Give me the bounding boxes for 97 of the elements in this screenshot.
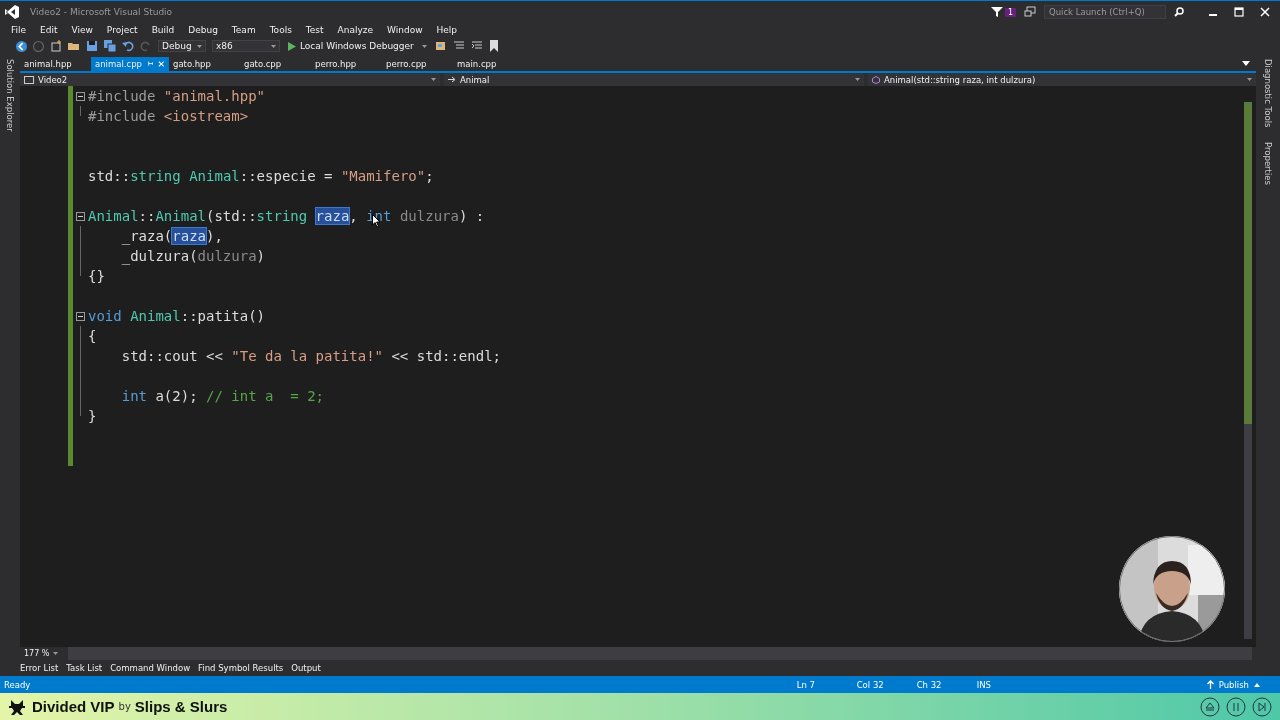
dropdown-icon[interactable] <box>1242 61 1250 67</box>
code-line: {} <box>88 268 105 284</box>
comment-lines-icon[interactable] <box>452 40 465 52</box>
insert-mode: INS <box>976 679 992 690</box>
code-line: int a(2); // int a = 2; <box>120 388 325 404</box>
menu-item[interactable]: Project <box>99 25 145 35</box>
code-line: #include <iostream> <box>88 108 249 124</box>
pin-icon[interactable] <box>147 60 154 68</box>
filter-icon[interactable] <box>990 6 1003 18</box>
bookmark-icon[interactable] <box>488 40 499 52</box>
play-icon <box>288 41 296 51</box>
caret-icon <box>431 78 436 81</box>
artist-name: Slips & Slurs <box>134 698 228 715</box>
menu-item[interactable]: View <box>64 25 100 35</box>
folder-icon[interactable] <box>68 40 80 52</box>
up-arrow-icon <box>1206 680 1214 689</box>
code-line: std::string Animal::especie = "Mamifero"; <box>88 168 434 184</box>
tool-window-tab[interactable]: Command Window <box>110 663 191 673</box>
code-line: std::cout << "Te da la patita!" << std::endl; <box>120 348 502 364</box>
fold-guide <box>80 106 81 116</box>
configuration-dropdown[interactable]: Debug <box>158 40 206 52</box>
music-logo-icon <box>8 697 26 716</box>
collapse-icon[interactable] <box>76 91 85 101</box>
tool-window-tab[interactable]: Find Symbol Results <box>198 663 284 673</box>
code-line: } <box>88 408 97 424</box>
caret-icon <box>1247 78 1252 81</box>
notification-badge[interactable]: 1 <box>1004 7 1016 17</box>
menu-item[interactable]: Window <box>380 25 430 35</box>
side-panel-tab[interactable]: Properties <box>1263 139 1273 187</box>
menu-item[interactable]: Analyze <box>330 25 381 35</box>
caret-icon <box>271 44 276 48</box>
maximize-icon[interactable] <box>1234 7 1244 17</box>
zoom-dropdown[interactable]: 177 % <box>20 649 64 658</box>
caret-icon <box>421 44 427 48</box>
code-line: _raza(raza), <box>120 228 223 244</box>
caret-icon <box>1254 682 1260 687</box>
menu-item[interactable]: Help <box>429 25 465 35</box>
side-panel-tab[interactable]: Diagnostic Tools <box>1263 57 1273 130</box>
eject-icon[interactable] <box>1200 696 1220 717</box>
undo-icon[interactable] <box>122 40 134 52</box>
caret-icon <box>855 78 860 81</box>
menu-item[interactable]: Edit <box>33 25 65 35</box>
column-number: Col 32 <box>856 679 885 690</box>
platform-dropdown[interactable]: x86 <box>212 40 280 52</box>
horizontal-scrollbar[interactable] <box>68 647 1252 660</box>
menu-item[interactable]: Test <box>298 25 331 35</box>
tool-window-tab[interactable]: Task List <box>66 663 103 673</box>
status-text: Ready <box>4 679 31 690</box>
search-icon[interactable] <box>1174 7 1184 17</box>
tool-window-tab[interactable]: Error List <box>20 663 59 673</box>
line-number: Ln 7 <box>796 679 816 690</box>
collapse-icon[interactable] <box>76 211 85 221</box>
side-panel-tab[interactable]: Solution Explorer <box>5 57 15 134</box>
save-icon[interactable] <box>86 40 98 52</box>
close-icon[interactable] <box>1260 7 1270 17</box>
code-line: void Animal::patita() <box>88 308 266 324</box>
by-label: by <box>118 701 131 712</box>
char-number: Ch 32 <box>916 679 943 690</box>
tool-window-tab[interactable]: Output <box>291 663 321 673</box>
code-line: _dulzura(dulzura) <box>120 248 266 264</box>
arrow-icon <box>448 76 456 83</box>
window-title: Video2 - Microsoft Visual Studio <box>30 7 173 17</box>
attach-icon[interactable] <box>434 40 447 52</box>
scope-dropdown[interactable]: Animal <box>444 73 864 86</box>
menu-item[interactable]: Build <box>144 25 182 35</box>
menu-item[interactable]: Debug <box>181 25 225 35</box>
caret-icon <box>53 652 59 655</box>
quick-launch-field[interactable]: Quick Launch (Ctrl+Q) <box>1044 5 1166 19</box>
logo-icon <box>4 4 20 20</box>
menu-item[interactable]: File <box>4 25 34 35</box>
new-project-icon[interactable] <box>50 40 62 52</box>
file-tab[interactable]: perro.hpp <box>311 57 382 71</box>
file-tab[interactable]: animal.cpp <box>91 57 169 71</box>
code-line: { <box>88 328 97 344</box>
file-tab[interactable]: main.cpp <box>453 57 524 71</box>
start-debugging-button[interactable]: Local Windows Debugger <box>286 41 429 51</box>
file-tab[interactable]: animal.hpp <box>20 57 91 71</box>
menu-item[interactable]: Team <box>224 25 263 35</box>
collapse-icon[interactable] <box>76 311 85 321</box>
project-dropdown[interactable]: Video2 <box>20 73 440 86</box>
vertical-scrollbar[interactable] <box>1244 102 1252 639</box>
cube-icon <box>872 75 880 84</box>
project-icon <box>24 75 34 84</box>
pause-icon[interactable] <box>1226 696 1246 717</box>
publish-button[interactable]: Publish <box>1206 679 1260 690</box>
menu-item[interactable]: Tools <box>262 25 299 35</box>
file-tab[interactable]: gato.cpp <box>240 57 311 71</box>
song-title: Divided VIP <box>32 698 115 715</box>
file-tab[interactable]: gato.hpp <box>169 57 240 71</box>
back-icon[interactable] <box>16 40 27 52</box>
file-tab[interactable]: perro.cpp <box>382 57 453 71</box>
code-line: #include "animal.hpp" <box>88 88 265 104</box>
save-all-icon[interactable] <box>104 40 116 52</box>
member-dropdown[interactable]: Animal(std::string raza, int dulzura) <box>868 73 1256 86</box>
skip-icon[interactable] <box>1252 696 1272 717</box>
caret-icon <box>197 44 202 48</box>
indent-icon[interactable] <box>470 40 483 52</box>
